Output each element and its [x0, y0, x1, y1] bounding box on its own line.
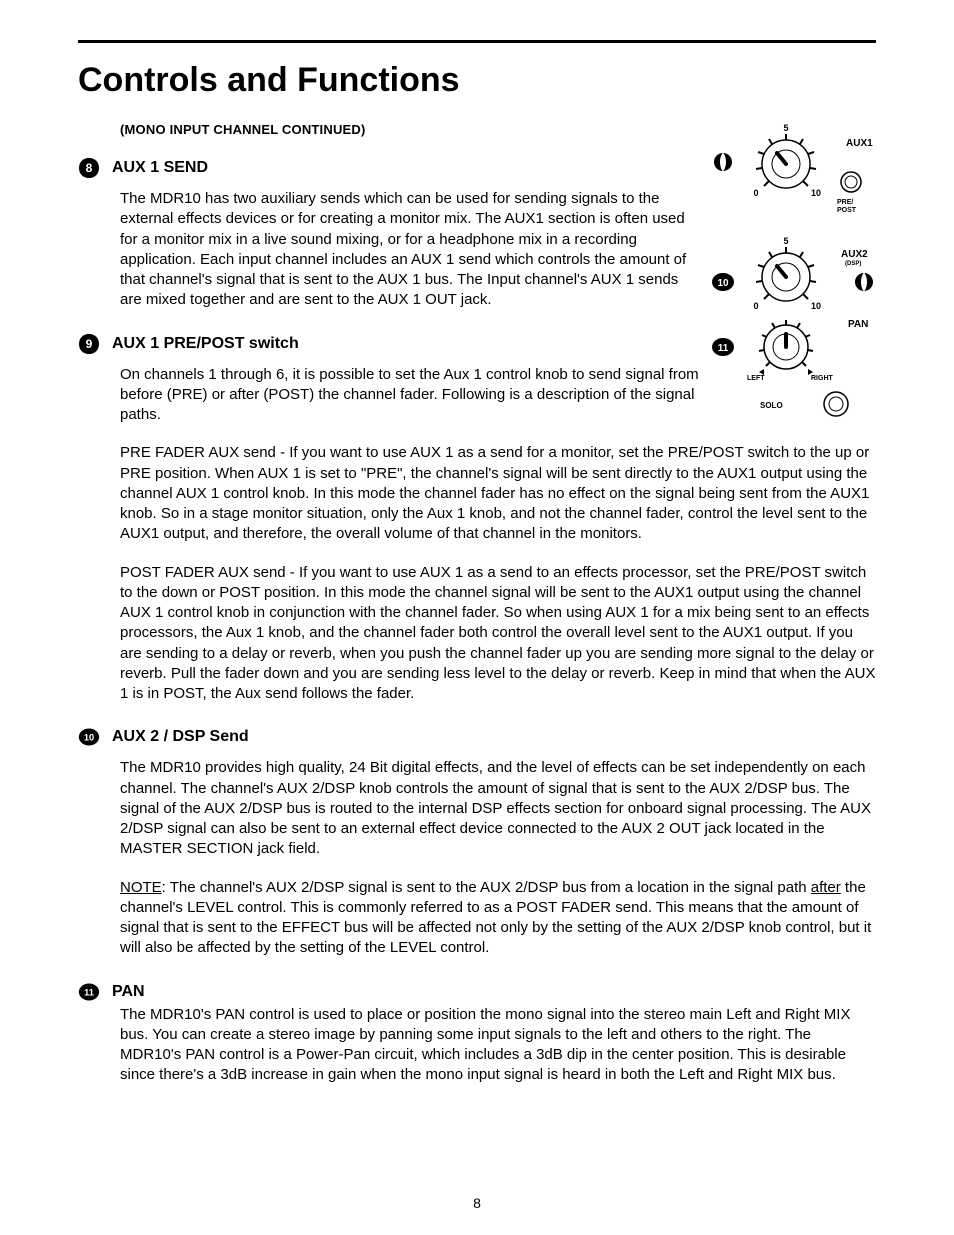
svg-text:LEFT: LEFT — [747, 375, 765, 382]
svg-text:POST: POST — [837, 207, 857, 214]
svg-text:0: 0 — [753, 188, 758, 198]
svg-text:9: 9 — [86, 337, 93, 351]
section-10-heading: AUX 2 / DSP Send — [112, 728, 249, 746]
svg-text:8: 8 — [720, 157, 726, 169]
section-9-heading: AUX 1 PRE/POST switch — [112, 335, 299, 353]
svg-text:10: 10 — [811, 301, 821, 311]
section-9-p2: PRE FADER AUX send - If you want to use … — [120, 443, 876, 544]
section-11-header: 11 PAN — [78, 981, 876, 1003]
svg-text:10: 10 — [84, 733, 94, 743]
channel-diagram: 8 5 0 10 AUX1 — [711, 122, 876, 427]
badge-8-icon: 8 — [78, 157, 100, 179]
svg-text:RIGHT: RIGHT — [811, 375, 834, 382]
section-11-heading: PAN — [112, 983, 145, 1001]
svg-text:0: 0 — [753, 301, 758, 311]
svg-text:8: 8 — [86, 161, 93, 175]
badge-9-icon: 9 — [78, 333, 100, 355]
badge-11-icon: 11 — [78, 981, 100, 1003]
section-10-header: 10 AUX 2 / DSP Send — [78, 726, 876, 748]
manual-page: Controls and Functions 8 — [0, 0, 954, 1235]
svg-text:5: 5 — [783, 236, 788, 246]
top-rule — [78, 40, 876, 43]
svg-text:11: 11 — [718, 343, 729, 354]
section-11-body: The MDR10's PAN control is used to place… — [120, 1005, 876, 1086]
svg-text:11: 11 — [84, 987, 94, 997]
section-8-heading: AUX 1 SEND — [112, 159, 208, 177]
svg-text:5: 5 — [783, 123, 788, 133]
svg-text:AUX2: AUX2 — [841, 249, 868, 260]
badge-10-icon: 10 — [78, 726, 100, 748]
section-11-p1: The MDR10's PAN control is used to place… — [120, 1005, 876, 1086]
section-9-header: 9 AUX 1 PRE/POST switch — [78, 333, 699, 355]
svg-text:10: 10 — [811, 188, 821, 198]
section-9-p3: POST FADER AUX send - If you want to use… — [120, 563, 876, 705]
page-title: Controls and Functions — [78, 61, 876, 100]
section-10-body: The MDR10 provides high quality, 24 Bit … — [120, 758, 876, 958]
after-word: after — [811, 879, 841, 896]
section-10-p1: The MDR10 provides high quality, 24 Bit … — [120, 758, 876, 859]
svg-text:AUX1: AUX1 — [846, 138, 873, 149]
svg-text:PRE/: PRE/ — [837, 199, 853, 206]
section-8-header: 8 AUX 1 SEND — [78, 157, 699, 179]
svg-text:10: 10 — [717, 278, 729, 289]
section-10-p2: NOTE: The channel's AUX 2/DSP signal is … — [120, 878, 876, 959]
svg-text:PAN: PAN — [848, 319, 868, 330]
svg-text:SOLO: SOLO — [760, 401, 783, 410]
note-word: NOTE — [120, 879, 162, 896]
svg-text:(DSP): (DSP) — [845, 261, 861, 267]
page-number: 8 — [0, 1195, 954, 1211]
svg-text:9: 9 — [861, 277, 867, 289]
